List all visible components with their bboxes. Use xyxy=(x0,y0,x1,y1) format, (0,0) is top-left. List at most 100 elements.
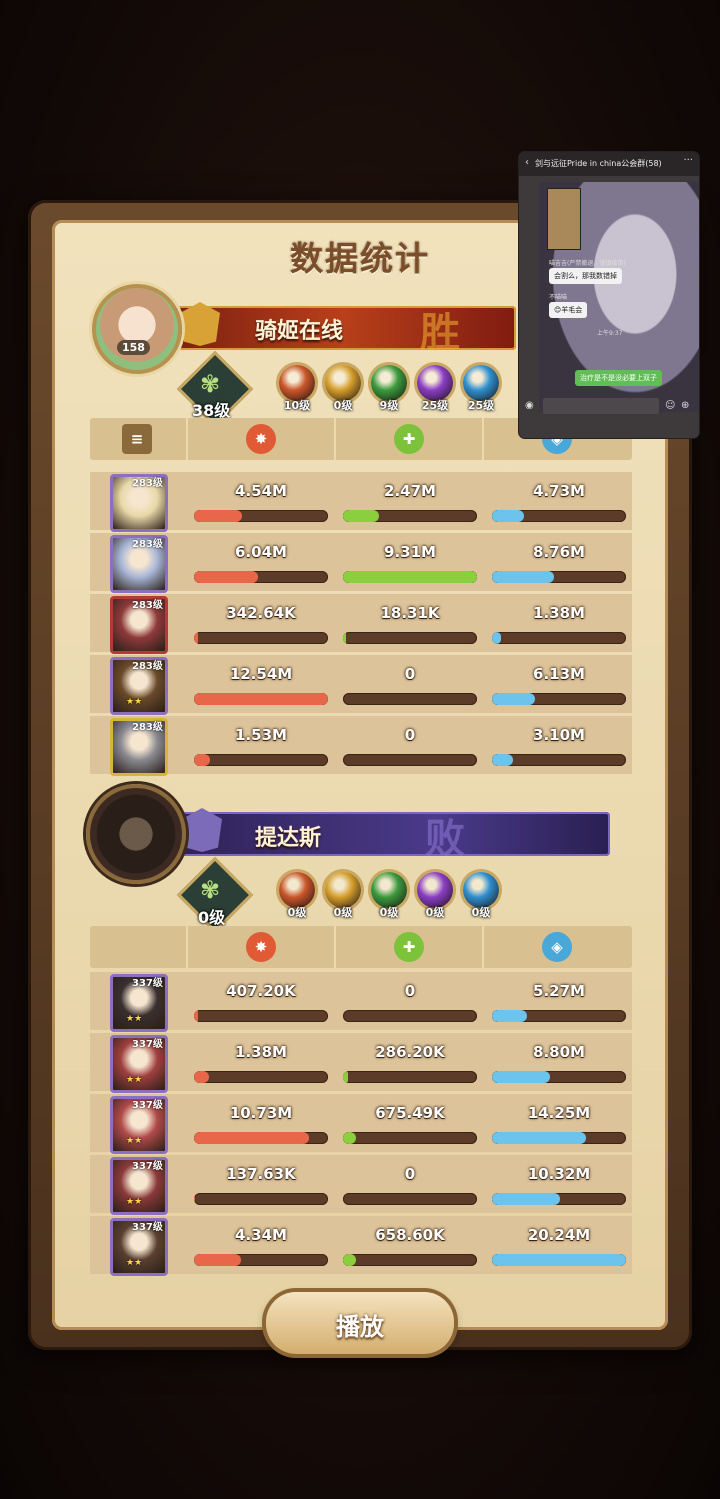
damage-bar xyxy=(194,1132,328,1144)
damage-bar xyxy=(194,1193,328,1205)
shield-bar-fill xyxy=(492,1010,527,1022)
lose-tree-level: 0级 xyxy=(198,908,226,927)
damage-icon: ✸ xyxy=(246,424,276,454)
shield-bar-fill xyxy=(492,1193,561,1205)
hero-level: 283级 xyxy=(132,478,163,489)
shield-stat-cell: 1.38M xyxy=(486,594,632,652)
damage-bar xyxy=(194,571,328,583)
shield-stat-cell: 10.32M xyxy=(486,1155,632,1213)
chat-time: 上午9:37 xyxy=(597,330,623,337)
damage-bar-fill xyxy=(194,1132,310,1144)
heal-bar-fill xyxy=(343,571,477,583)
heal-stat-cell: 0 xyxy=(337,716,483,774)
lose-team-banner xyxy=(180,812,610,856)
faction-level-label: 10级 xyxy=(283,399,311,412)
hero-level: 337级 xyxy=(132,1100,163,1111)
play-button[interactable]: 播放 xyxy=(266,1292,454,1354)
shield-icon: ◈ xyxy=(542,932,572,962)
heal-stat-cell: 0 xyxy=(337,1155,483,1213)
heal-stat-cell: 675.49K xyxy=(337,1094,483,1152)
shield-value: 20.24M xyxy=(527,1226,591,1244)
heal-bar xyxy=(343,1071,477,1083)
chat-input[interactable] xyxy=(543,398,659,414)
faction-level-label: 25级 xyxy=(421,399,449,412)
shield-stat-cell: 8.80M xyxy=(486,1033,632,1091)
damage-bar-fill xyxy=(194,632,199,644)
damage-stat-cell: 6.04M xyxy=(188,533,334,591)
heal-bar xyxy=(343,510,477,522)
win-team-name: 骑姬在线 xyxy=(255,319,344,344)
hero-stat-row: 283级 342.64K 18.31K 1.38M xyxy=(90,594,632,654)
shield-bar xyxy=(492,1132,626,1144)
damage-bar-fill xyxy=(194,1254,241,1266)
hero-stat-row: 337级 ★★ 1.38M 286.20K 8.80M xyxy=(90,1033,632,1093)
damage-bar xyxy=(194,510,328,522)
heal-bar xyxy=(343,1254,477,1266)
shield-bar-fill xyxy=(492,1132,586,1144)
hero-stars: ★★ xyxy=(126,1197,143,1207)
shield-stat-cell: 4.73M xyxy=(486,472,632,530)
shield-bar xyxy=(492,693,626,705)
heal-stat-cell: 0 xyxy=(337,972,483,1030)
back-icon[interactable]: ‹ xyxy=(525,157,529,168)
msg3-bubble[interactable]: 治疗是不是没必要上双子 xyxy=(575,370,662,386)
emoji-icon[interactable]: ☺ xyxy=(665,400,675,411)
damage-bar-fill xyxy=(194,1193,196,1205)
shield-bar xyxy=(492,571,626,583)
faction-level-label: 0级 xyxy=(333,399,353,412)
play-label: 播放 xyxy=(336,1313,384,1341)
shield-stat-cell: 14.25M xyxy=(486,1094,632,1152)
voice-icon[interactable]: ◉ xyxy=(525,400,534,411)
damage-bar-fill xyxy=(194,1010,199,1022)
damage-stat-cell: 137.63K xyxy=(188,1155,334,1213)
msg2-bubble[interactable]: 😊羊毛会 xyxy=(549,302,588,318)
heal-bar-fill xyxy=(343,1132,357,1144)
damage-value: 137.63K xyxy=(226,1165,296,1183)
damage-value: 10.73M xyxy=(229,1104,293,1122)
win-team-avatar[interactable] xyxy=(92,284,182,374)
shield-stat-cell: 6.13M xyxy=(486,655,632,713)
shield-stat-cell: 8.76M xyxy=(486,533,632,591)
tree-glyph-icon: ✾ xyxy=(200,370,221,398)
shield-bar xyxy=(492,510,626,522)
heal-bar xyxy=(343,571,477,583)
heal-value: 0 xyxy=(404,1165,416,1183)
shield-value: 4.73M xyxy=(533,482,585,500)
heal-bar xyxy=(343,693,477,705)
report-icon[interactable]: ≡ xyxy=(122,424,152,454)
damage-bar xyxy=(194,1010,328,1022)
shield-value: 8.80M xyxy=(533,1043,585,1061)
hero-stars: ★★ xyxy=(126,1075,143,1085)
damage-stat-cell: 4.54M xyxy=(188,472,334,530)
msg1-bubble[interactable]: 会割么，那我数错掉 xyxy=(549,268,622,284)
hero-stat-row: 283级 1.53M 0 3.10M xyxy=(90,716,632,776)
more-icon[interactable]: ··· xyxy=(683,155,693,166)
faction-level-label: 0级 xyxy=(333,906,353,919)
damage-icon: ✸ xyxy=(246,932,276,962)
heal-stat-cell: 2.47M xyxy=(337,472,483,530)
damage-value: 1.38M xyxy=(235,1043,287,1061)
hero-level: 337级 xyxy=(132,1039,163,1050)
faction-level-label: 0级 xyxy=(379,906,399,919)
heal-value: 9.31M xyxy=(384,543,436,561)
lose-team-avatar[interactable] xyxy=(86,784,186,884)
heal-icon: ✚ xyxy=(394,424,424,454)
damage-bar-fill xyxy=(194,571,259,583)
damage-value: 4.34M xyxy=(235,1226,287,1244)
hero-stat-row: 283级 ★★ 12.54M 0 6.13M xyxy=(90,655,632,715)
heal-value: 2.47M xyxy=(384,482,436,500)
shield-bar-fill xyxy=(492,754,514,766)
win-avatar-level: 158 xyxy=(117,340,150,355)
shared-image-thumbnail[interactable] xyxy=(547,188,581,250)
plus-icon[interactable]: ⊕ xyxy=(681,400,689,411)
chat-title: 剑与远征Pride in china公会群(58) xyxy=(535,159,662,168)
heal-bar xyxy=(343,1132,477,1144)
damage-bar xyxy=(194,1254,328,1266)
chat-overlay[interactable]: ‹ 剑与远征Pride in china公会群(58) ··· 喵吉吉(严禁撤退… xyxy=(519,152,699,438)
hero-stars: ★★ xyxy=(126,1014,143,1024)
hero-level: 283级 xyxy=(132,539,163,550)
damage-value: 4.54M xyxy=(235,482,287,500)
heal-value: 0 xyxy=(404,982,416,1000)
heal-bar-fill xyxy=(343,510,380,522)
hero-level: 283级 xyxy=(132,722,163,733)
